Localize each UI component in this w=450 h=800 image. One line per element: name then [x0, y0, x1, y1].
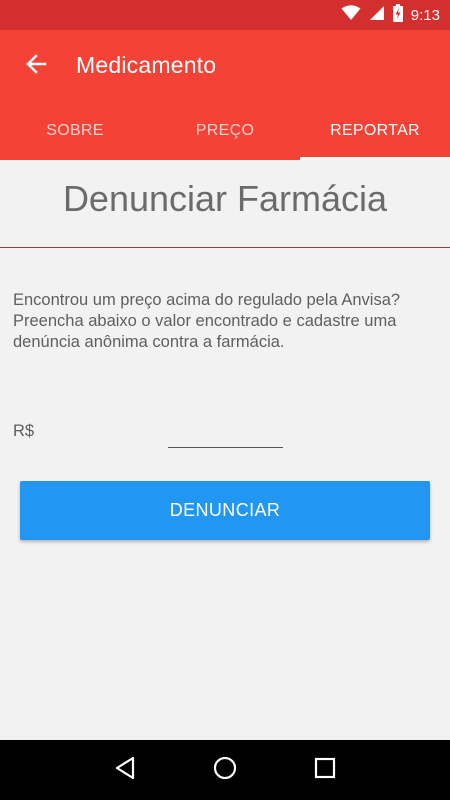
recents-square-icon	[314, 757, 336, 784]
home-circle-icon	[213, 756, 237, 785]
tab-bar: SOBRE PREÇO REPORTAR	[0, 102, 450, 160]
status-time: 9:13	[410, 6, 440, 24]
tab-preco[interactable]: PREÇO	[150, 102, 300, 160]
tab-sobre[interactable]: SOBRE	[0, 102, 150, 160]
cellular-signal-icon	[369, 5, 385, 26]
tab-reportar[interactable]: REPORTAR	[300, 102, 450, 160]
denunciar-button[interactable]: DENUNCIAR	[20, 481, 430, 540]
report-heading: Denunciar Farmácia	[62, 178, 388, 219]
nav-home-button[interactable]	[205, 750, 245, 790]
status-icons: 9:13	[341, 0, 440, 30]
report-content: Denunciar Farmácia Encontrou um preço ac…	[0, 160, 450, 740]
wifi-icon	[341, 4, 361, 26]
battery-charging-icon	[392, 3, 403, 27]
heading-divider	[0, 247, 450, 248]
status-bar: 9:13	[0, 0, 450, 30]
nav-back-button[interactable]	[105, 750, 145, 790]
currency-label: R$	[13, 422, 35, 440]
arrow-back-icon	[25, 53, 47, 80]
back-button[interactable]	[14, 44, 58, 88]
nav-recents-button[interactable]	[305, 750, 345, 790]
app-bar: Medicamento	[0, 30, 450, 102]
page-title: Medicamento	[76, 52, 217, 78]
back-triangle-icon	[114, 756, 136, 785]
system-nav-bar	[0, 740, 450, 800]
report-description: Encontrou um preço acima do regulado pel…	[13, 291, 401, 351]
price-input[interactable]	[168, 422, 283, 448]
